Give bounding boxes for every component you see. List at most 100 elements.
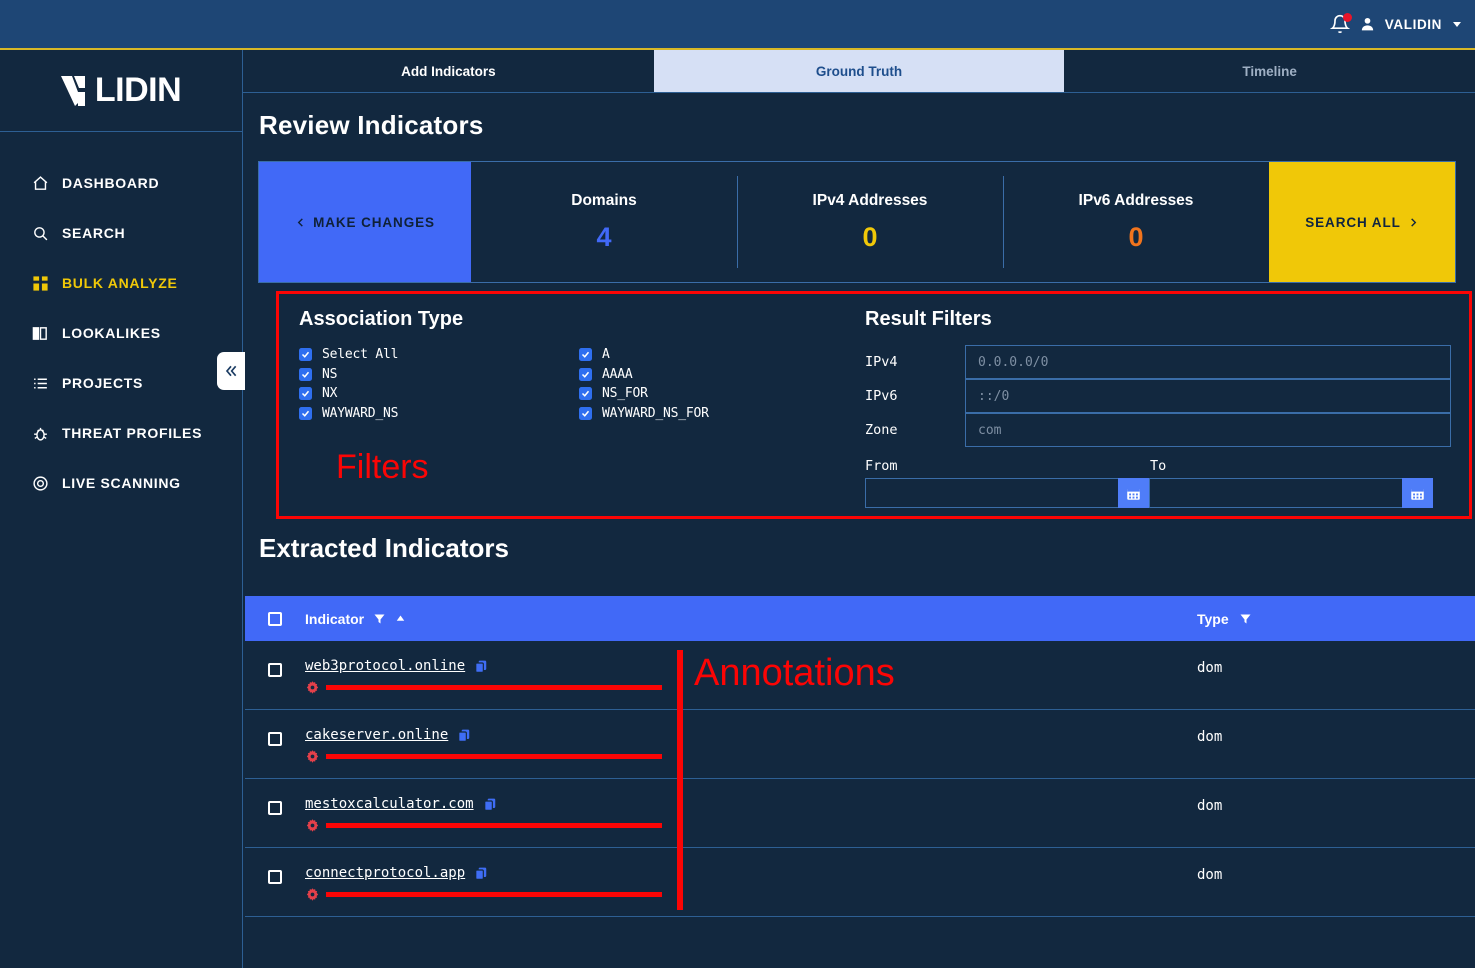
table-row[interactable]: connectprotocol.app dom (245, 848, 1475, 917)
copy-icon[interactable] (474, 866, 488, 881)
sidebar-item-dashboard[interactable]: DASHBOARD (0, 158, 242, 208)
checkbox-select-all[interactable]: Select All (299, 345, 579, 365)
sidebar-collapse-button[interactable] (217, 352, 245, 390)
indicator-link[interactable]: mestoxcalculator.com (305, 796, 474, 812)
tab-add-indicators[interactable]: Add Indicators (243, 50, 654, 92)
search-all-button[interactable]: SEARCH ALL (1269, 162, 1455, 282)
brand-logo[interactable]: LIDIN (0, 50, 242, 132)
notification-bell-icon[interactable] (1329, 13, 1352, 35)
association-type-left-column: Select All NS NX WAYWARD_NS (299, 345, 579, 423)
row-select-cell (245, 848, 305, 884)
sidebar-item-label: DASHBOARD (62, 175, 160, 191)
from-calendar-button[interactable] (1118, 478, 1149, 508)
make-changes-button[interactable]: MAKE CHANGES (259, 162, 471, 282)
chevron-left-icon (297, 217, 303, 227)
column-header-type[interactable]: Type (1197, 611, 1475, 627)
from-date-input[interactable] (865, 478, 1118, 508)
radar-icon (33, 475, 48, 491)
row-checkbox[interactable] (268, 732, 282, 746)
row-select-cell (245, 779, 305, 815)
from-label: From (865, 458, 898, 474)
checkbox-nx[interactable]: NX (299, 384, 579, 404)
sort-asc-icon[interactable] (395, 614, 406, 623)
make-changes-label: MAKE CHANGES (313, 214, 435, 230)
row-checkbox[interactable] (268, 663, 282, 677)
filter-icon[interactable] (1238, 613, 1253, 625)
checkbox-wayward-ns[interactable]: WAYWARD_NS (299, 404, 579, 424)
sidebar-nav: DASHBOARD SEARCH BULK ANALYZE LOOKALIKES… (0, 158, 242, 508)
tab-label: Ground Truth (815, 63, 903, 79)
table-row[interactable]: mestoxcalculator.com dom (245, 779, 1475, 848)
column-header-indicator[interactable]: Indicator (305, 611, 1197, 627)
sidebar-item-label: LOOKALIKES (62, 325, 161, 341)
table-row[interactable]: cakeserver.online dom (245, 710, 1475, 779)
row-annotation-marker (305, 749, 1197, 764)
sidebar-item-live-scanning[interactable]: LIVE SCANNING (0, 458, 242, 508)
stat-ipv4-addresses: IPv4 Addresses 0 (737, 162, 1003, 282)
list-icon (34, 378, 47, 388)
indicator-link[interactable]: connectprotocol.app (305, 865, 465, 881)
copy-icon[interactable] (457, 728, 471, 743)
checkbox-aaaa[interactable]: AAAA (579, 365, 859, 385)
stat-label: IPv4 Addresses (812, 191, 928, 209)
indicator-link[interactable]: cakeserver.online (305, 727, 448, 743)
sidebar-item-label: BULK ANALYZE (62, 275, 178, 291)
ipv4-input[interactable] (965, 345, 1451, 379)
row-annotation-marker (305, 818, 1197, 833)
tab-ground-truth[interactable]: Ground Truth (653, 50, 1065, 92)
user-name-label[interactable]: VALIDIN (1385, 17, 1442, 32)
annotations-vertical-line (677, 650, 683, 910)
result-filter-zone-row: Zone (865, 413, 1451, 447)
sidebar-item-lookalikes[interactable]: LOOKALIKES (0, 308, 242, 358)
copy-icon[interactable] (483, 797, 497, 812)
checkbox-label: WAYWARD_NS (322, 405, 399, 421)
lookalikes-icon (32, 326, 47, 340)
sidebar: LIDIN DASHBOARD SEARCH BULK ANALYZE LOOK… (0, 50, 243, 968)
chevron-down-icon[interactable] (1453, 21, 1461, 27)
sidebar-item-bulk-analyze[interactable]: BULK ANALYZE (0, 258, 242, 308)
row-indicator-cell: mestoxcalculator.com (305, 779, 1197, 833)
checkbox-wayward-ns-for[interactable]: WAYWARD_NS_FOR (579, 404, 859, 424)
filter-icon[interactable] (372, 613, 387, 625)
zone-input[interactable] (965, 413, 1451, 447)
stat-value: 0 (1128, 221, 1144, 252)
sidebar-item-threat-profiles[interactable]: THREAT PROFILES (0, 408, 242, 458)
sidebar-item-projects[interactable]: PROJECTS (0, 358, 242, 408)
page-title: Review Indicators (259, 110, 484, 140)
ipv6-label: IPv6 (865, 388, 898, 404)
checkbox-ns[interactable]: NS (299, 365, 579, 385)
gear-icon[interactable] (305, 818, 320, 833)
gear-icon[interactable] (305, 680, 320, 695)
checkbox-checked-icon (299, 348, 312, 362)
row-checkbox[interactable] (268, 801, 282, 815)
extracted-indicators-table: Indicator Type web3protocol.online dom c… (245, 596, 1475, 917)
checkbox-label: NS (322, 366, 338, 382)
to-calendar-button[interactable] (1402, 478, 1433, 508)
ipv6-input[interactable] (965, 379, 1451, 413)
row-checkbox[interactable] (268, 870, 282, 884)
indicator-link[interactable]: web3protocol.online (305, 658, 465, 674)
copy-icon[interactable] (474, 659, 488, 674)
checkbox-checked-icon (299, 387, 312, 401)
zone-label: Zone (865, 422, 898, 438)
grid-icon (33, 275, 48, 291)
checkbox-ns-for[interactable]: NS_FOR (579, 384, 859, 404)
checkbox-a[interactable]: A (579, 345, 859, 365)
gear-icon[interactable] (305, 887, 320, 902)
tab-timeline[interactable]: Timeline (1064, 50, 1475, 92)
select-all-rows-checkbox[interactable] (268, 611, 282, 626)
stat-label: Domains (571, 191, 637, 209)
notification-badge-dot (1342, 13, 1352, 22)
sidebar-item-label: SEARCH (62, 225, 126, 241)
to-date-input[interactable] (1149, 478, 1402, 508)
sidebar-item-search[interactable]: SEARCH (0, 208, 242, 258)
from-date-group (865, 478, 1149, 508)
filters-panel: Association Type Select All NS NX WAYWAR… (276, 291, 1472, 519)
gear-icon[interactable] (305, 749, 320, 764)
annotation-pointer-line (326, 685, 662, 690)
annotation-pointer-line (326, 754, 662, 759)
annotation-pointer-line (326, 892, 662, 897)
user-avatar-icon[interactable] (1359, 15, 1376, 33)
checkbox-label: A (602, 347, 610, 363)
ipv4-label: IPv4 (865, 354, 898, 370)
